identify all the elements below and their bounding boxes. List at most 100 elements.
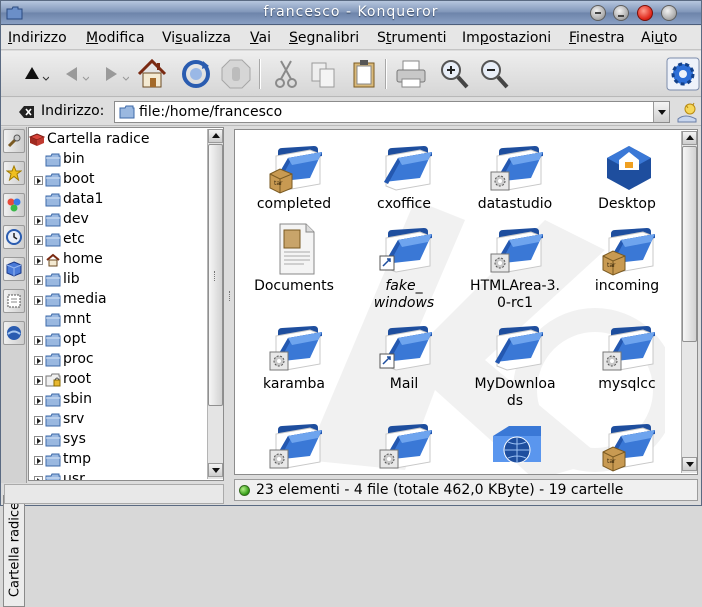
tree-item[interactable]: media <box>29 290 209 310</box>
folder-icon <box>45 473 61 480</box>
icon-view-scrollbar[interactable] <box>681 131 697 473</box>
file-item[interactable]: mysqlcc <box>573 318 677 414</box>
go-location-icon[interactable] <box>676 101 698 123</box>
file-icon-view[interactable]: tar completed cxoffice datastudio Desktop Doc… <box>234 129 698 475</box>
tree-item[interactable]: opt <box>29 330 209 350</box>
tree-item-label: data1 <box>63 191 104 207</box>
close-button[interactable] <box>637 5 653 21</box>
splitter-handle[interactable] <box>214 271 216 281</box>
file-item[interactable]: Documents <box>240 220 344 316</box>
tab-bookmarks[interactable] <box>3 161 25 185</box>
menu-indirizzo[interactable]: Indirizzo <box>8 30 67 46</box>
tree-item[interactable]: data1 <box>29 190 209 210</box>
menu-aiuto[interactable]: Aiuto <box>641 30 677 46</box>
expand-toggle-icon[interactable] <box>34 336 43 345</box>
clear-location-icon[interactable] <box>19 105 35 119</box>
folder-tar-icon: tar <box>602 228 655 276</box>
expand-toggle-icon[interactable] <box>34 416 43 425</box>
file-item[interactable]: tar <box>573 416 677 474</box>
splitter-handle[interactable] <box>229 291 231 301</box>
home-icon[interactable] <box>135 57 169 91</box>
location-input[interactable]: file:/home/francesco <box>114 101 670 123</box>
tree-root-item[interactable]: Cartella radice <box>29 130 209 150</box>
expand-toggle-icon[interactable] <box>34 396 43 405</box>
tree-item[interactable]: srv <box>29 410 209 430</box>
tab-devices[interactable] <box>3 289 25 313</box>
expand-toggle-icon[interactable] <box>34 236 43 245</box>
tree-item[interactable]: root <box>29 370 209 390</box>
tree-item[interactable]: usr <box>29 470 209 480</box>
expand-toggle-icon[interactable] <box>34 256 43 265</box>
menu-finestra[interactable]: Finestra <box>569 30 625 46</box>
tree-item-label: Cartella radice <box>47 131 150 147</box>
file-item[interactable]: karamba <box>240 318 344 414</box>
paste-icon[interactable] <box>347 57 381 91</box>
tree-item[interactable]: dev <box>29 210 209 230</box>
file-item[interactable]: fake_ windows <box>350 220 454 316</box>
icon-view-scroll-down-button[interactable] <box>682 457 697 471</box>
tab-network[interactable] <box>3 321 25 345</box>
tree-item[interactable]: home <box>29 250 209 270</box>
reload-icon[interactable] <box>179 57 213 91</box>
icon-view-scroll-thumb[interactable] <box>682 146 697 342</box>
tree-scrollbar[interactable] <box>207 129 223 479</box>
tree-scroll-up-button[interactable] <box>208 129 223 143</box>
menu-modifica[interactable]: Modifica <box>86 30 145 46</box>
tab-services[interactable] <box>3 193 25 217</box>
tree-item[interactable]: boot <box>29 170 209 190</box>
icon-view-scroll-up-button[interactable] <box>682 131 697 145</box>
file-item[interactable]: MyDownloa ds <box>461 318 565 414</box>
file-item[interactable]: Mail <box>350 318 454 414</box>
expand-toggle-icon[interactable] <box>34 476 43 480</box>
tree-item[interactable]: tmp <box>29 450 209 470</box>
up-arrow-icon[interactable] <box>15 57 50 91</box>
expand-toggle-icon[interactable] <box>34 276 43 285</box>
file-item-label: incoming <box>594 278 660 294</box>
expand-toggle-icon[interactable] <box>34 376 43 385</box>
zoom-out-icon[interactable] <box>477 57 511 91</box>
maximize-button[interactable] <box>661 5 677 21</box>
file-item[interactable]: HTMLArea-3. 0-rc1 <box>461 220 565 316</box>
expand-toggle-icon[interactable] <box>34 356 43 365</box>
tree-item[interactable]: bin <box>29 150 209 170</box>
cut-icon[interactable] <box>269 57 303 91</box>
stop-icon[interactable] <box>219 57 253 91</box>
location-dropdown-button[interactable] <box>653 102 669 122</box>
file-item[interactable] <box>240 416 344 474</box>
tab-root-folder[interactable]: Cartella radice <box>3 495 25 607</box>
tree-item[interactable]: lib <box>29 270 209 290</box>
konqueror-gear-icon[interactable] <box>666 57 700 91</box>
back-arrow-icon[interactable] <box>55 57 90 91</box>
menu-vai[interactable]: Vai <box>250 30 271 46</box>
toolbar-separator <box>385 59 387 89</box>
forward-arrow-icon[interactable] <box>95 57 130 91</box>
tree-item[interactable]: etc <box>29 230 209 250</box>
tree-item[interactable]: proc <box>29 350 209 370</box>
expand-toggle-icon[interactable] <box>34 436 43 445</box>
file-item[interactable]: tar incoming <box>573 220 677 316</box>
copy-icon[interactable] <box>307 57 341 91</box>
tree-item[interactable]: mnt <box>29 310 209 330</box>
tree-scroll-down-button[interactable] <box>208 463 223 477</box>
expand-toggle-icon[interactable] <box>34 456 43 465</box>
folder-icon <box>45 193 61 207</box>
file-item[interactable] <box>350 416 454 474</box>
expand-toggle-icon[interactable] <box>34 176 43 185</box>
title-bar[interactable]: francesco - Konqueror <box>1 1 701 25</box>
tree-item[interactable]: sbin <box>29 390 209 410</box>
zoom-in-icon[interactable] <box>437 57 471 91</box>
expand-toggle-icon[interactable] <box>34 216 43 225</box>
tab-history[interactable] <box>3 225 25 249</box>
print-icon[interactable] <box>394 57 428 91</box>
tree-item[interactable]: sys <box>29 430 209 450</box>
file-item[interactable] <box>461 416 565 474</box>
menu-impostazioni[interactable]: Impostazioni <box>462 30 551 46</box>
menu-visualizza[interactable]: Visualizza <box>162 30 231 46</box>
menu-strumenti[interactable]: Strumenti <box>377 30 447 46</box>
tab-bookmarks-config[interactable] <box>3 129 25 153</box>
menu-segnalibri[interactable]: Segnalibri <box>289 30 359 46</box>
minimize-button[interactable] <box>613 5 629 21</box>
shade-button[interactable] <box>590 5 606 21</box>
expand-toggle-icon[interactable] <box>34 296 43 305</box>
tab-home-folder[interactable] <box>3 257 25 281</box>
